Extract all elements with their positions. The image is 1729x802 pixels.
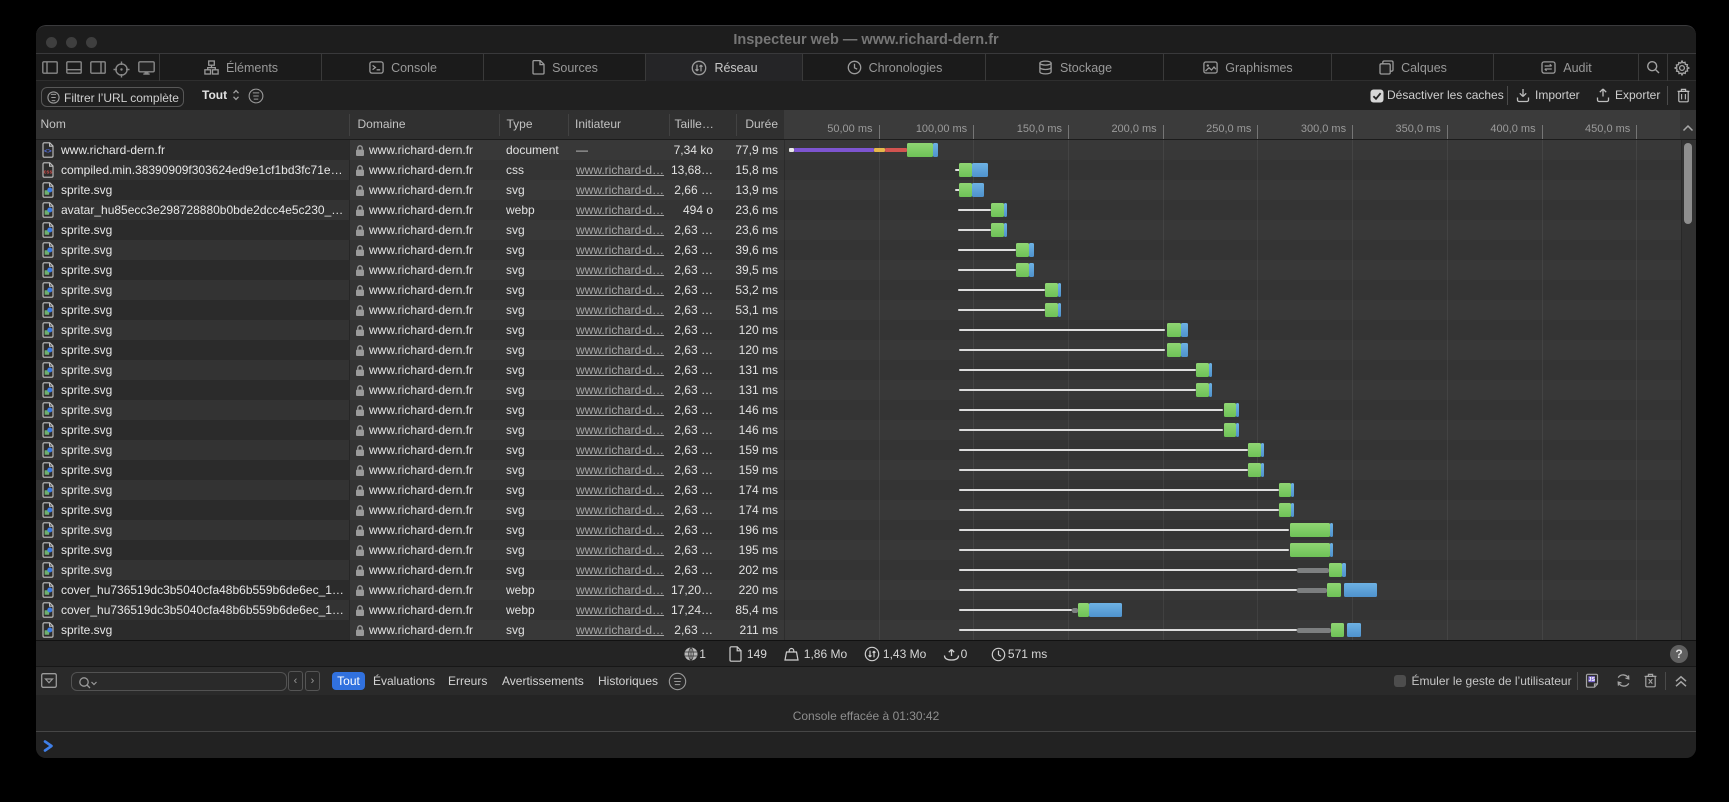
svg-text:JS: JS bbox=[1588, 677, 1595, 683]
